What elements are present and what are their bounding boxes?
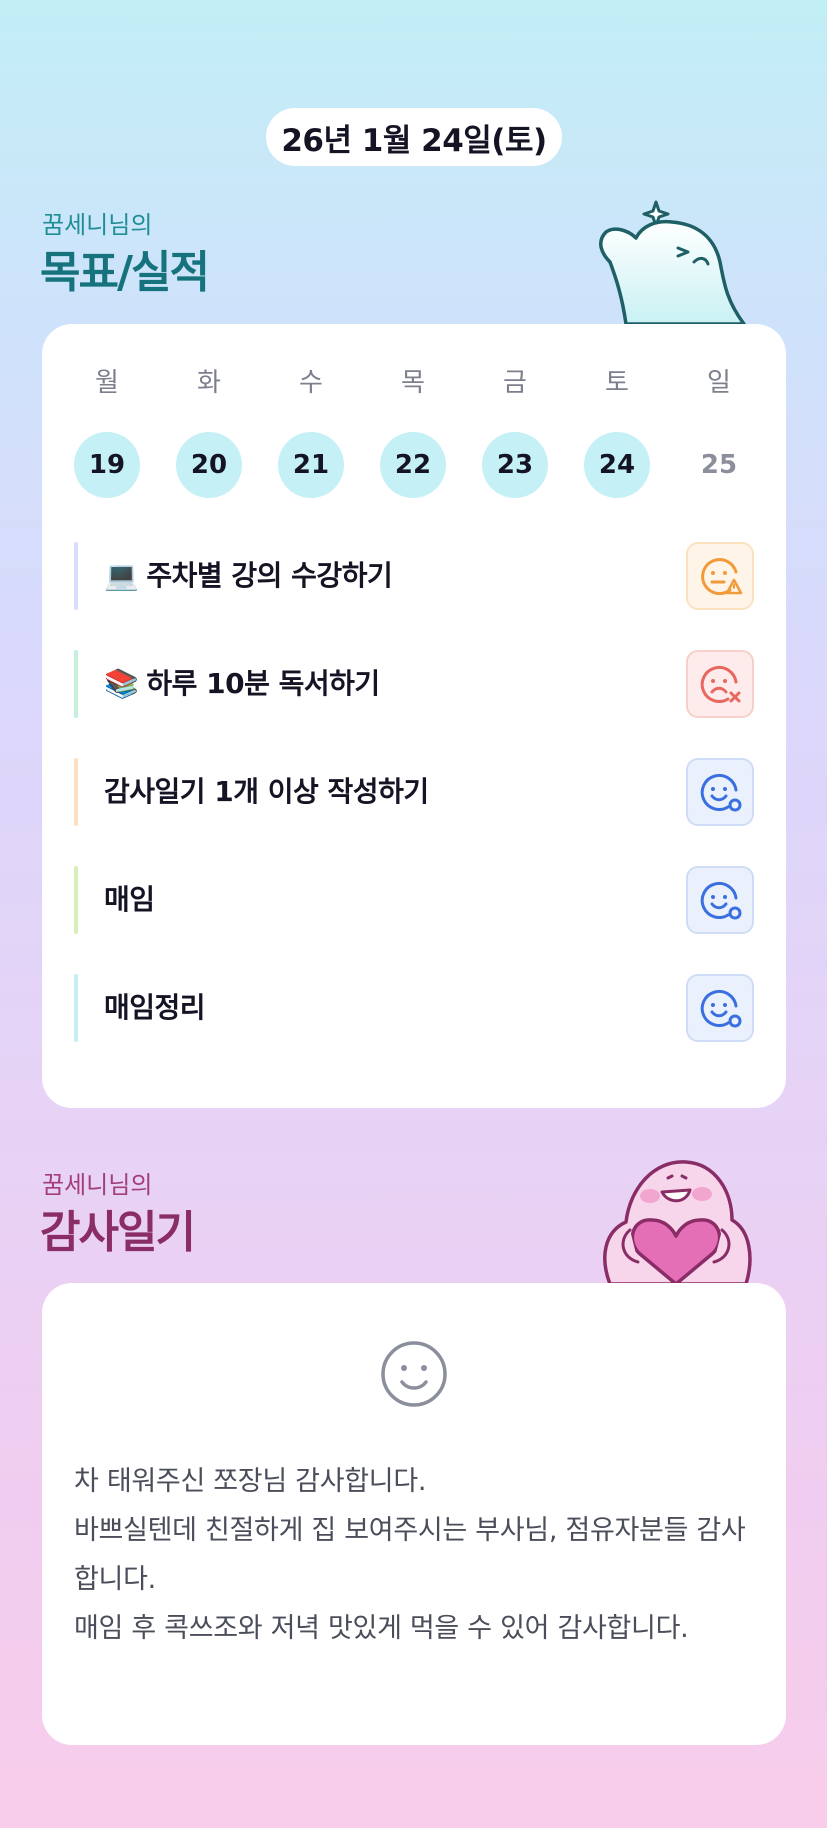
smile-face-icon [381,1341,447,1407]
day-column[interactable]: 일 25 [686,366,752,498]
goal-color-bar [74,650,78,718]
goals-section-title: 목표/실적 [40,247,210,298]
date-circle[interactable]: 19 [74,432,140,498]
heart-mascot-icon [603,1160,752,1284]
day-column[interactable]: 토 24 [584,366,650,498]
goal-status-failed-button[interactable] [686,650,754,718]
diary-section-subtitle: 꿈세니님의 [42,1171,153,1199]
goal-label: 매임 [104,883,155,916]
date-circle[interactable]: 22 [380,432,446,498]
weekday-label: 월 [95,368,119,398]
goal-row[interactable]: 매임 [74,866,754,934]
date-circle-future[interactable]: 25 [686,432,752,498]
date-label[interactable]: 26년 1월 24일(토) [266,108,562,166]
weekday-label: 화 [197,368,221,398]
goal-label: 주차별 강의 수강하기 [146,559,393,592]
day-column[interactable]: 월 19 [74,366,140,498]
date-circle[interactable]: 20 [176,432,242,498]
goal-row[interactable]: 📚 하루 10분 독서하기 [74,650,754,718]
diary-line: 차 태워주신 쪼장님 감사합니다. [74,1466,427,1497]
week-strip: 월 19 화 20 수 21 목 22 금 23 토 24 일 25 [74,366,746,506]
ghost-mascot-icon [599,200,746,324]
goal-row[interactable]: 감사일기 1개 이상 작성하기 [74,758,754,826]
face-done-icon [700,989,742,1028]
day-column[interactable]: 화 20 [176,366,242,498]
goal-label: 하루 10분 독서하기 [146,667,380,700]
goal-status-warning-button[interactable] [686,542,754,610]
diary-line: 바쁘실텐데 친절하게 집 보여주시는 부사님, 점유자분들 감사합니다. [74,1515,746,1595]
face-done-icon [700,773,742,812]
weekday-label: 목 [401,368,425,398]
goal-label: 매임정리 [104,991,206,1024]
laptop-icon: 💻 [104,559,139,592]
goal-status-done-button[interactable] [686,866,754,934]
day-column[interactable]: 목 22 [380,366,446,498]
diary-card: 차 태워주신 쪼장님 감사합니다. 바쁘실텐데 친절하게 집 보여주시는 부사님… [42,1283,786,1745]
day-column[interactable]: 수 21 [278,366,344,498]
weekday-label: 수 [299,368,323,398]
face-done-icon [700,881,742,920]
books-icon: 📚 [104,667,139,700]
date-circle[interactable]: 23 [482,432,548,498]
goal-color-bar [74,974,78,1042]
goal-color-bar [74,542,78,610]
diary-section-title: 감사일기 [40,1207,196,1258]
goal-status-done-button[interactable] [686,758,754,826]
goal-label: 감사일기 1개 이상 작성하기 [104,775,429,808]
goal-color-bar [74,866,78,934]
date-circle[interactable]: 21 [278,432,344,498]
goals-section-subtitle: 꿈세니님의 [42,211,153,239]
diary-line: 매임 후 콕쓰조와 저녁 맛있게 먹을 수 있어 감사합니다. [74,1613,689,1644]
goal-row[interactable]: 매임정리 [74,974,754,1042]
goal-row[interactable]: 💻 주차별 강의 수강하기 [74,542,754,610]
goal-color-bar [74,758,78,826]
face-failed-icon [700,665,741,703]
diary-text: 차 태워주신 쪼장님 감사합니다. 바쁘실텐데 친절하게 집 보여주시는 부사님… [74,1457,758,1653]
day-column[interactable]: 금 23 [482,366,548,498]
weekday-label: 토 [605,368,629,398]
face-warning-icon [701,558,743,595]
goals-card: 월 19 화 20 수 21 목 22 금 23 토 24 일 25 💻 주차별… [42,324,786,1108]
weekday-label: 일 [707,368,731,398]
goal-status-done-button[interactable] [686,974,754,1042]
weekday-label: 금 [503,368,527,398]
date-circle-selected[interactable]: 24 [584,432,650,498]
